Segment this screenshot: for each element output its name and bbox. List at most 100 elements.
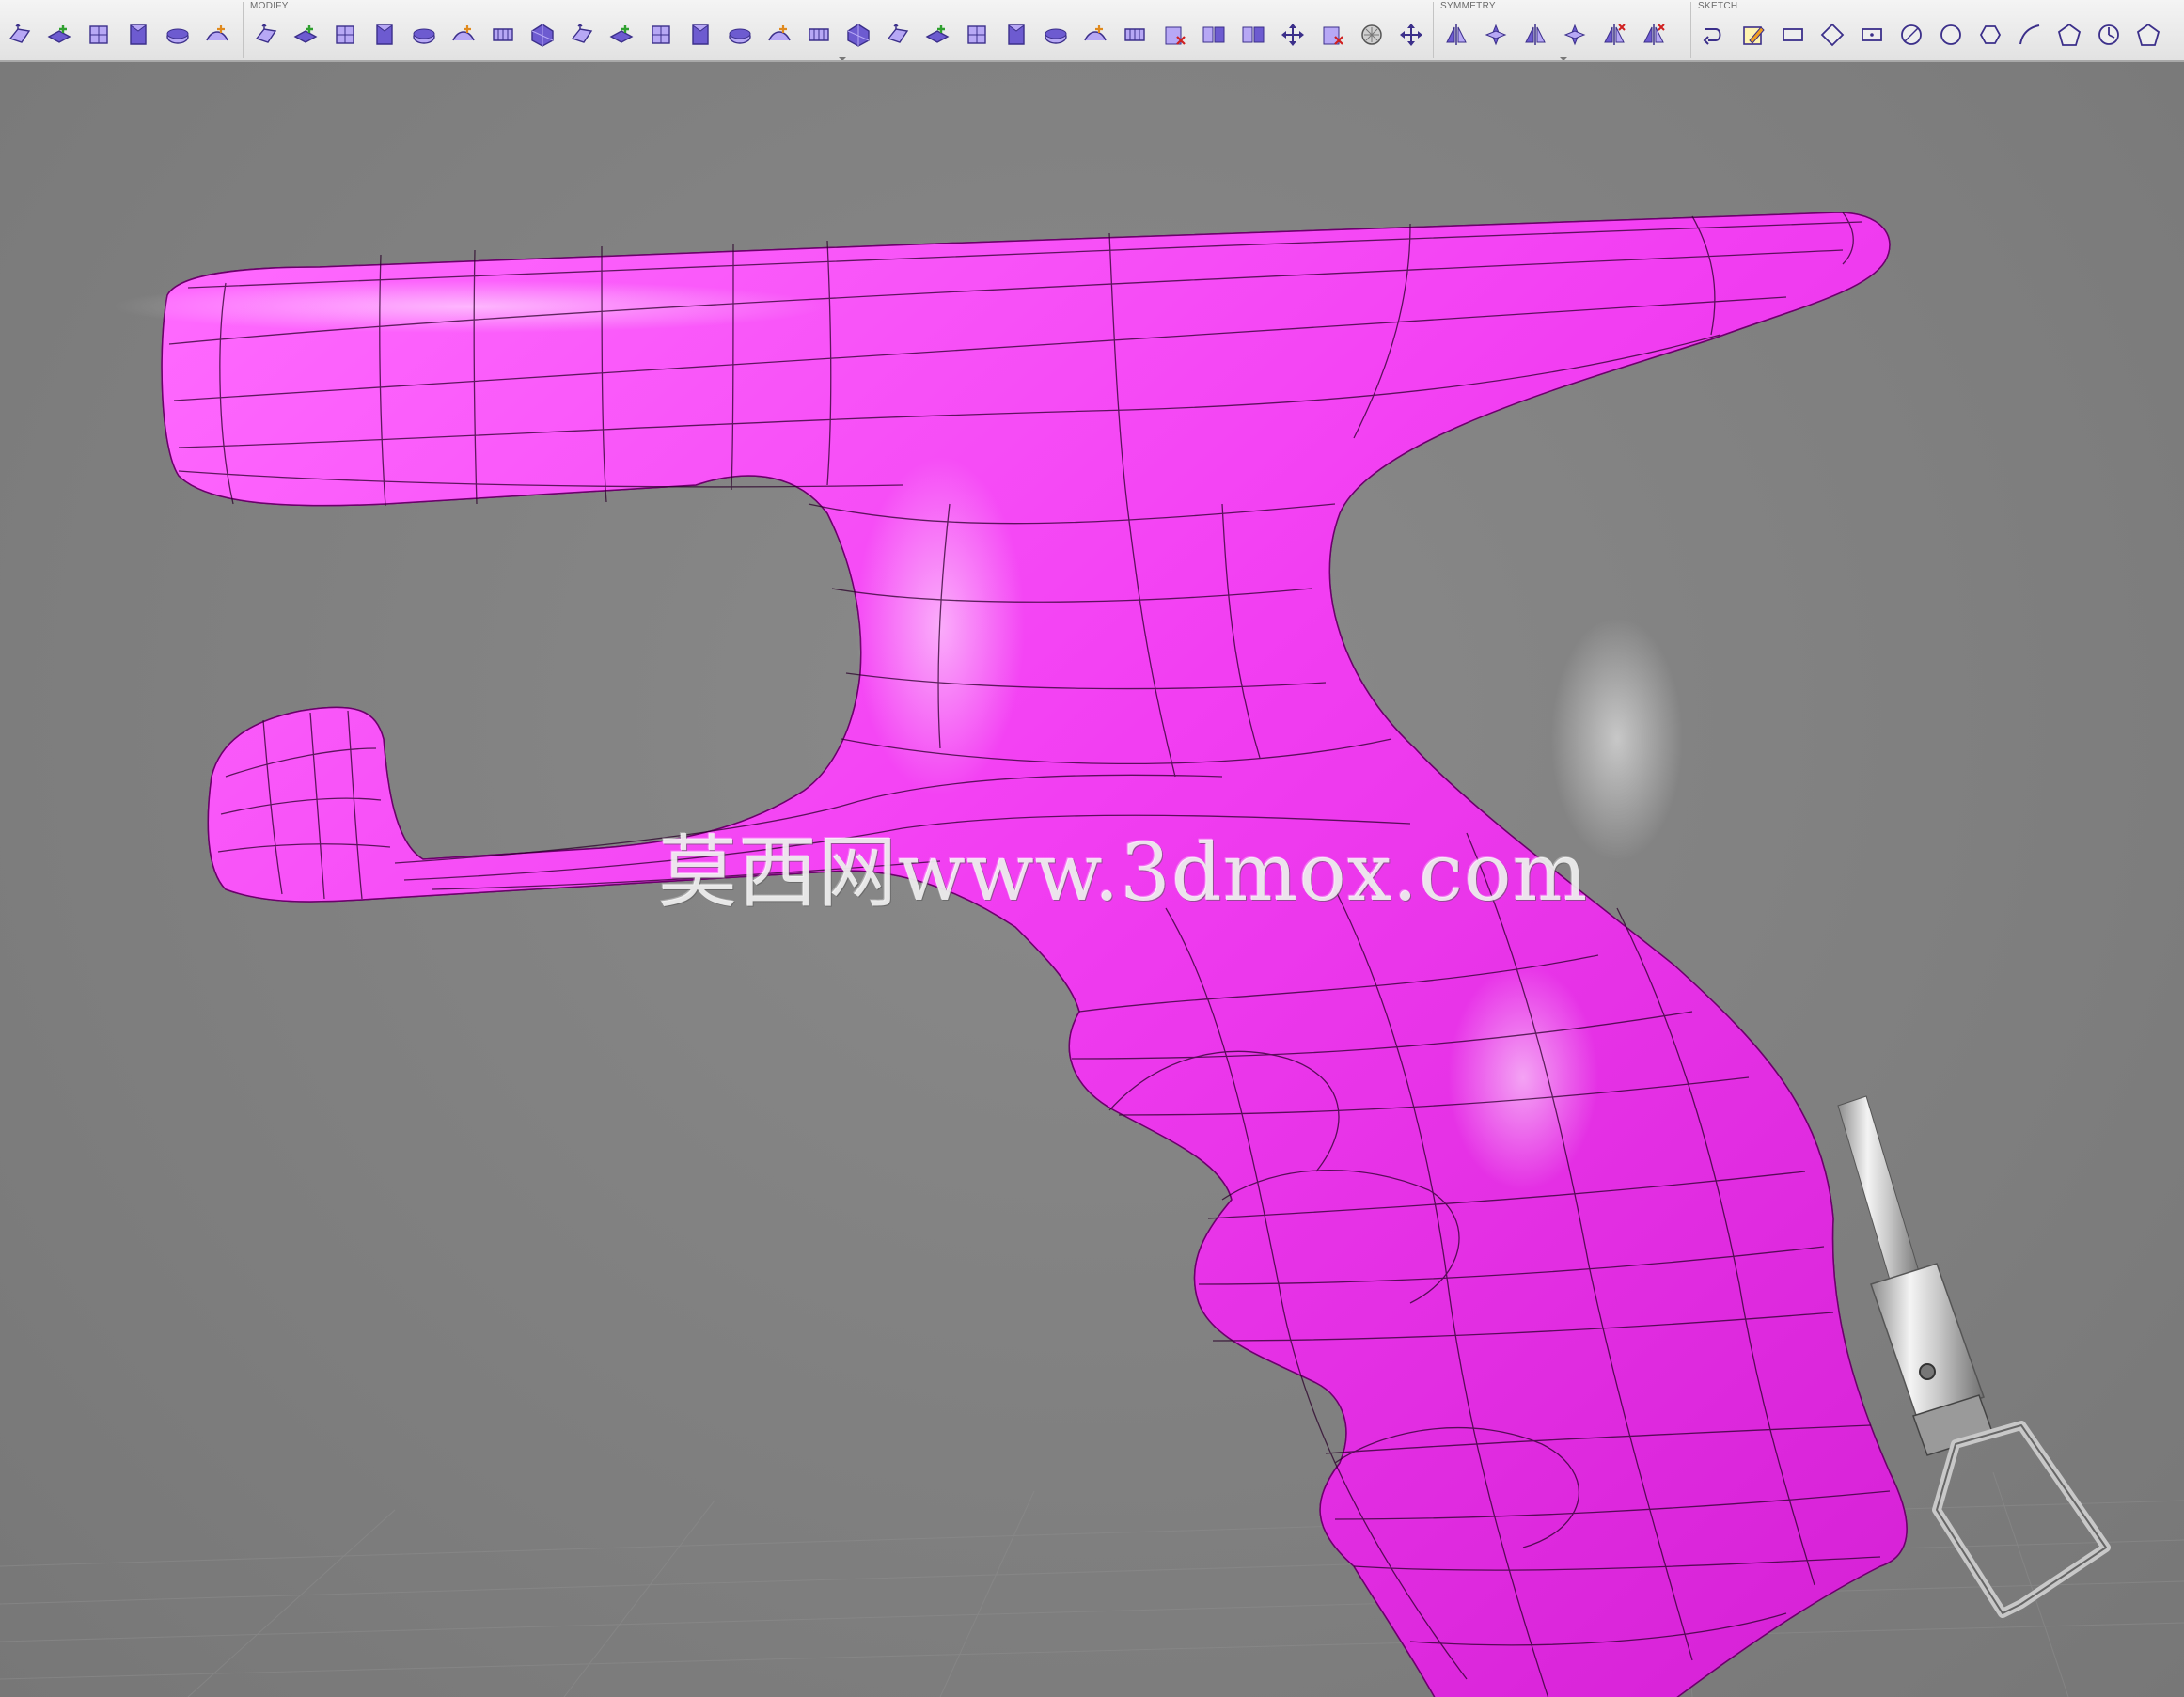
- 3d-viewport[interactable]: 莫西网www.3dmox.com: [0, 62, 2184, 1697]
- arc-icon: [2019, 24, 2040, 45]
- weld-vertices-button[interactable]: [525, 17, 560, 53]
- mirror-duplicate-button[interactable]: [1517, 17, 1553, 53]
- isolate-symmetry-icon: [1643, 24, 1665, 45]
- circular-internal-icon: [1485, 24, 1507, 46]
- clear-symmetry-icon: [1604, 24, 1626, 45]
- box-button[interactable]: [81, 17, 117, 53]
- unweld-edges-button[interactable]: [564, 17, 600, 53]
- split-body-icon: [1242, 26, 1265, 43]
- bridge-icon: [452, 25, 475, 41]
- remove-icon: [1400, 24, 1422, 46]
- line-button[interactable]: [1696, 17, 1732, 53]
- circle-diameter-button[interactable]: [1893, 17, 1929, 53]
- diamond-button[interactable]: [1815, 17, 1850, 53]
- circular-duplicate-button[interactable]: [1557, 17, 1593, 53]
- create-sketch-button[interactable]: [1736, 17, 1771, 53]
- polygon-button[interactable]: [1972, 17, 2008, 53]
- insert-point-button[interactable]: [367, 17, 402, 53]
- thicken-icon: [925, 25, 950, 43]
- flatten-icon: [809, 28, 829, 41]
- delete-button[interactable]: [1156, 17, 1192, 53]
- rectangle-button[interactable]: [1775, 17, 1811, 53]
- toolbar-group-modify: MODIFY: [246, 0, 1431, 60]
- arc-button[interactable]: [2012, 17, 2048, 53]
- circular-duplicate-icon: [1563, 24, 1586, 46]
- display-mode-icon: [1361, 24, 1382, 45]
- uncrease-icon: [652, 25, 670, 44]
- bridge-button[interactable]: [446, 17, 481, 53]
- toolbar-group-sketch: SKETCH: [1694, 0, 2184, 60]
- center-rectangle-button[interactable]: [1854, 17, 1890, 53]
- convert-button[interactable]: [1077, 17, 1113, 53]
- crease-icon: [609, 25, 634, 43]
- crease-button[interactable]: [604, 17, 639, 53]
- merge-edge-button[interactable]: [406, 17, 442, 53]
- move-icon: [1281, 24, 1304, 46]
- clear-symmetry-button[interactable]: [1596, 17, 1632, 53]
- bevel-edge-icon: [692, 24, 709, 45]
- repair-body-button[interactable]: [1117, 17, 1153, 53]
- create-sketch-icon: [1743, 26, 1765, 45]
- display-mode-button[interactable]: [1354, 17, 1390, 53]
- pull-button[interactable]: [762, 17, 797, 53]
- toolbar-separator: [1690, 2, 1691, 58]
- uncrease-button[interactable]: [643, 17, 679, 53]
- cylinder-icon: [130, 24, 147, 45]
- circle-button[interactable]: [1933, 17, 1969, 53]
- edit-form-button[interactable]: [248, 17, 284, 53]
- polygon-icon: [1979, 25, 2002, 44]
- unweld-edges-icon: [571, 23, 593, 43]
- bevel-edge-button[interactable]: [683, 17, 718, 53]
- cylinder-button[interactable]: [120, 17, 156, 53]
- app-window: MODIFY SYMMETRY SKETCH 莫西网www.3dmox.com: [0, 0, 2184, 1697]
- unfreeze-button[interactable]: [998, 17, 1034, 53]
- scene-canvas[interactable]: [0, 62, 2184, 1697]
- group-label-modify: MODIFY: [250, 1, 289, 11]
- toolbar-group-create: [0, 0, 241, 60]
- grip-model[interactable]: [113, 212, 1908, 1697]
- split-body-button[interactable]: [1235, 17, 1271, 53]
- isolate-symmetry-button[interactable]: [1636, 17, 1672, 53]
- erase-icon: [1323, 26, 1343, 45]
- insert-edge-button[interactable]: [288, 17, 323, 53]
- sweep-icon: [47, 25, 71, 43]
- mirror-internal-button[interactable]: [1438, 17, 1474, 53]
- remove-button[interactable]: [1393, 17, 1429, 53]
- move-button[interactable]: [1275, 17, 1311, 53]
- toolbar: MODIFY SYMMETRY SKETCH: [0, 0, 2184, 62]
- circular-internal-button[interactable]: [1478, 17, 1514, 53]
- delete-icon: [1165, 26, 1186, 45]
- torus-button[interactable]: [199, 17, 235, 53]
- insert-edge-icon: [293, 25, 318, 43]
- mirror-duplicate-icon: [1525, 24, 1546, 45]
- house-button[interactable]: [2130, 17, 2166, 53]
- match-button[interactable]: [841, 17, 876, 53]
- thicken-button[interactable]: [919, 17, 955, 53]
- subdivide-button[interactable]: [327, 17, 363, 53]
- modify-dropdown-arrow[interactable]: [839, 57, 846, 60]
- clock-button[interactable]: [2091, 17, 2127, 53]
- sphere-icon: [166, 28, 189, 44]
- slide-edge-button[interactable]: [722, 17, 758, 53]
- combine-button[interactable]: [1196, 17, 1232, 53]
- fill-hole-button[interactable]: [485, 17, 521, 53]
- interpolate-button[interactable]: [880, 17, 916, 53]
- sphere-button[interactable]: [160, 17, 196, 53]
- convert-icon: [1084, 25, 1107, 41]
- torus-icon: [206, 25, 228, 41]
- mirror-internal-icon: [1446, 24, 1467, 45]
- repair-body-icon: [1124, 28, 1145, 41]
- extrude-button[interactable]: [2, 17, 38, 53]
- sweep-button[interactable]: [41, 17, 77, 53]
- pentagon-button[interactable]: [2051, 17, 2087, 53]
- slide-edge-icon: [729, 28, 751, 44]
- pull-icon: [768, 25, 791, 41]
- clock-icon: [2098, 24, 2119, 45]
- make-uniform-button[interactable]: [1038, 17, 1074, 53]
- rectangle-icon: [1783, 28, 1803, 41]
- erase-button[interactable]: [1314, 17, 1350, 53]
- freeze-button[interactable]: [959, 17, 995, 53]
- flatten-button[interactable]: [801, 17, 837, 53]
- weld-vertices-icon: [531, 24, 554, 47]
- symmetry-dropdown-arrow[interactable]: [1560, 57, 1567, 60]
